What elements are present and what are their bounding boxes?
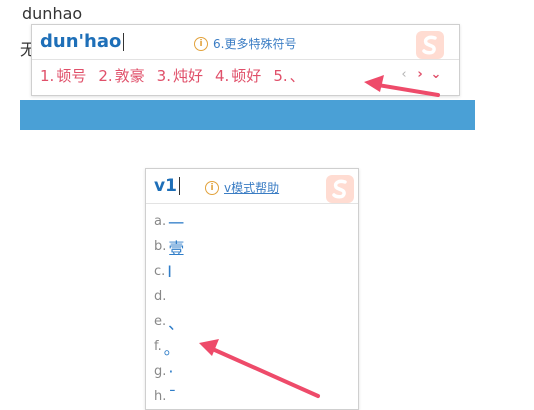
prev-page-icon[interactable]: ‹ (396, 65, 412, 83)
more-symbols-hint[interactable]: i 6.更多特殊符号 (194, 35, 296, 52)
ime-panel-pinyin: dun'hao i 6.更多特殊符号 1. 顿号 2. 敦豪 3. 炖好 4. 顿好 5… (31, 24, 460, 96)
candidate-4[interactable]: 4. 顿好 (215, 65, 261, 86)
pinyin-input[interactable]: dun'hao (40, 31, 125, 52)
v-candidate-f[interactable]: f.。 (154, 334, 184, 359)
candidate-1[interactable]: 1. 顿号 (40, 65, 86, 86)
pinyin-text: dun'hao (40, 31, 122, 52)
ime-panel-v-mode: v1 i v模式帮助 a. 一 b. 壹 c. Ⅰ d. e.、 f.。 g. · h.… (145, 168, 359, 410)
info-circle-icon: i (194, 36, 208, 51)
v-mode-text: v1 (154, 176, 177, 196)
v-candidate-d[interactable]: d. (154, 284, 184, 309)
candidate-3[interactable]: 3. 炖好 (157, 65, 203, 86)
document-text: dunhao (22, 4, 83, 23)
v-mode-help-hint[interactable]: i v模式帮助 (205, 179, 279, 196)
v-candidate-b[interactable]: b. 壹 (154, 234, 184, 259)
expand-chevron-icon[interactable]: ⌄ (428, 65, 444, 83)
v-mode-input[interactable]: v1 (154, 176, 180, 196)
candidate-2[interactable]: 2. 敦豪 (98, 65, 144, 86)
panel-divider (32, 59, 459, 60)
v-mode-candidate-list: a. 一 b. 壹 c. Ⅰ d. e.、 f.。 g. · h. ¯ (154, 209, 184, 409)
info-circle-icon: i (205, 180, 219, 195)
sogou-s-logo-icon (416, 31, 444, 59)
text-caret (178, 177, 180, 195)
more-symbols-label: 6.更多特殊符号 (213, 37, 297, 51)
v-candidate-e[interactable]: e.、 (154, 309, 184, 334)
candidate-list: 1. 顿号 2. 敦豪 3. 炖好 4. 顿好 5.、 (40, 65, 313, 86)
v-candidate-g[interactable]: g. · (154, 359, 184, 384)
v-candidate-c[interactable]: c. Ⅰ (154, 259, 184, 284)
page-nav: ‹ › ⌄ (396, 65, 444, 83)
v-candidate-a[interactable]: a. 一 (154, 209, 184, 234)
sogou-s-logo-icon (326, 175, 354, 203)
v-mode-help-link[interactable]: v模式帮助 (224, 179, 279, 196)
candidate-5[interactable]: 5.、 (273, 65, 304, 86)
blue-bar (20, 100, 475, 130)
v-candidate-h[interactable]: h. ¯ (154, 384, 184, 409)
text-caret (123, 33, 125, 51)
next-page-icon[interactable]: › (412, 65, 428, 83)
panel-divider (146, 203, 358, 204)
